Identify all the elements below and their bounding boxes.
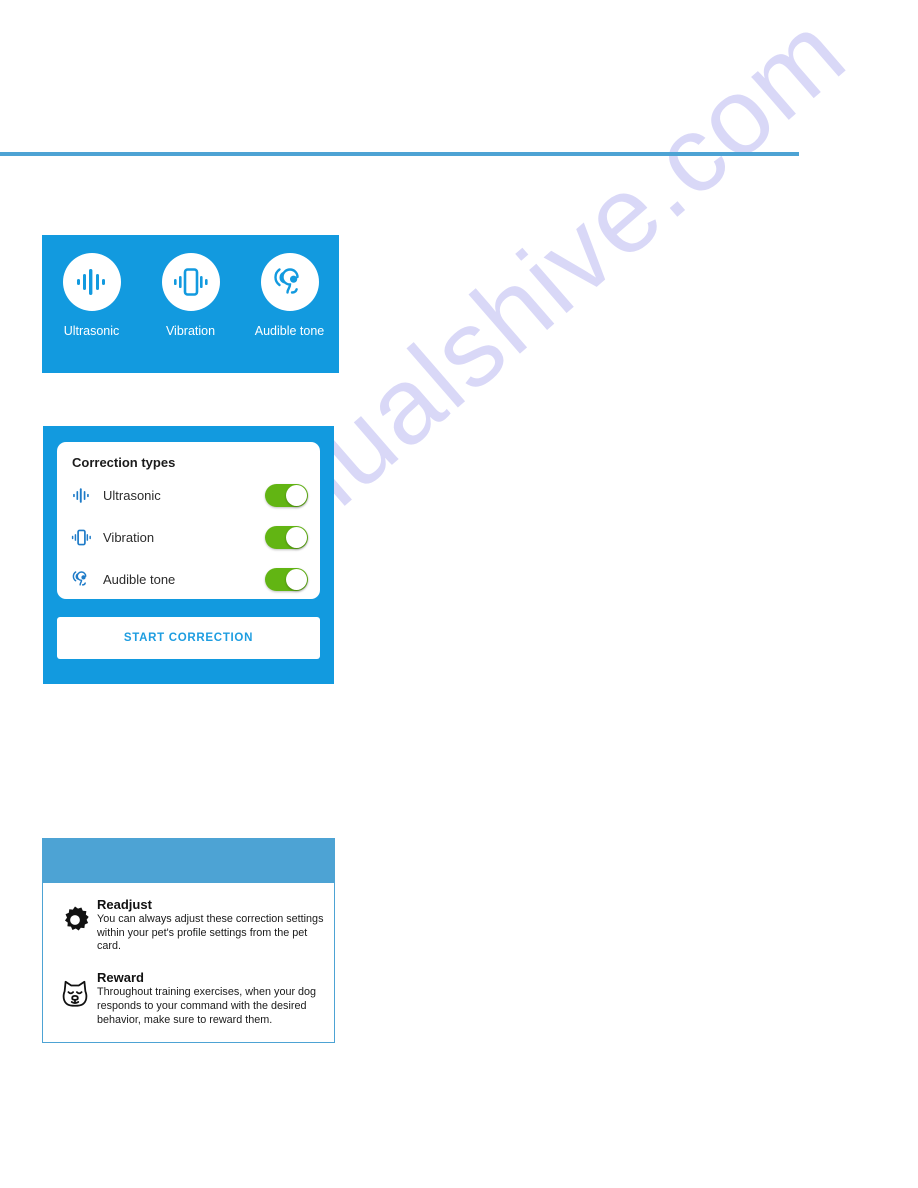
correction-icon-audible-tone: Audible tone — [243, 253, 337, 338]
toggle-knob — [286, 568, 307, 590]
tip-body: You can always adjust these correction s… — [97, 913, 324, 953]
tips-panel-body: Readjust You can always adjust these cor… — [42, 883, 335, 1043]
card-title: Correction types — [72, 455, 176, 470]
correction-icon-label: Vibration — [165, 324, 216, 338]
tip-reward: Reward Throughout training exercises, wh… — [53, 970, 324, 1027]
vibration-phone-icon — [69, 529, 93, 546]
ultrasonic-waveform-icon — [62, 253, 121, 311]
tips-panel: Readjust You can always adjust these cor… — [42, 838, 335, 1043]
toggle-ultrasonic[interactable] — [265, 483, 308, 507]
toggle-knob — [286, 484, 307, 506]
correction-row-ultrasonic[interactable]: Ultrasonic — [69, 474, 308, 516]
correction-row-label: Audible tone — [103, 571, 176, 587]
tips-panel-header — [42, 838, 335, 883]
tip-readjust: Readjust You can always adjust these cor… — [53, 897, 324, 954]
correction-icons-panel: Ultrasonic Vibration Audible tone — [42, 235, 339, 373]
tip-title: Reward — [97, 970, 144, 986]
toggle-knob — [286, 526, 307, 548]
ultrasonic-waveform-icon — [69, 487, 93, 504]
correction-icon-label: Audible tone — [254, 324, 325, 338]
toggle-vibration[interactable] — [265, 525, 308, 549]
correction-row-audible-tone[interactable]: Audible tone — [69, 558, 308, 600]
correction-row-vibration[interactable]: Vibration — [69, 516, 308, 558]
audible-tone-ear-icon — [260, 253, 319, 311]
correction-row-label: Ultrasonic — [103, 487, 161, 503]
gear-icon — [53, 897, 97, 935]
toggle-audible-tone[interactable] — [265, 567, 308, 591]
dog-face-icon — [53, 970, 97, 1010]
correction-row-label: Vibration — [103, 529, 155, 545]
correction-icon-vibration: Vibration — [144, 253, 238, 338]
correction-types-panel: Correction types Ultrasonic Vibration Au… — [43, 426, 334, 684]
correction-icon-ultrasonic: Ultrasonic — [45, 253, 139, 338]
correction-types-card: Correction types Ultrasonic Vibration Au… — [57, 442, 320, 599]
header-divider — [0, 152, 799, 156]
tip-body: Throughout training exercises, when your… — [97, 986, 317, 1026]
tip-title: Readjust — [97, 897, 152, 912]
vibration-phone-icon — [161, 253, 220, 311]
audible-tone-ear-icon — [69, 570, 93, 588]
correction-icon-label: Ultrasonic — [63, 324, 120, 338]
start-correction-button[interactable]: START CORRECTION — [57, 617, 320, 659]
